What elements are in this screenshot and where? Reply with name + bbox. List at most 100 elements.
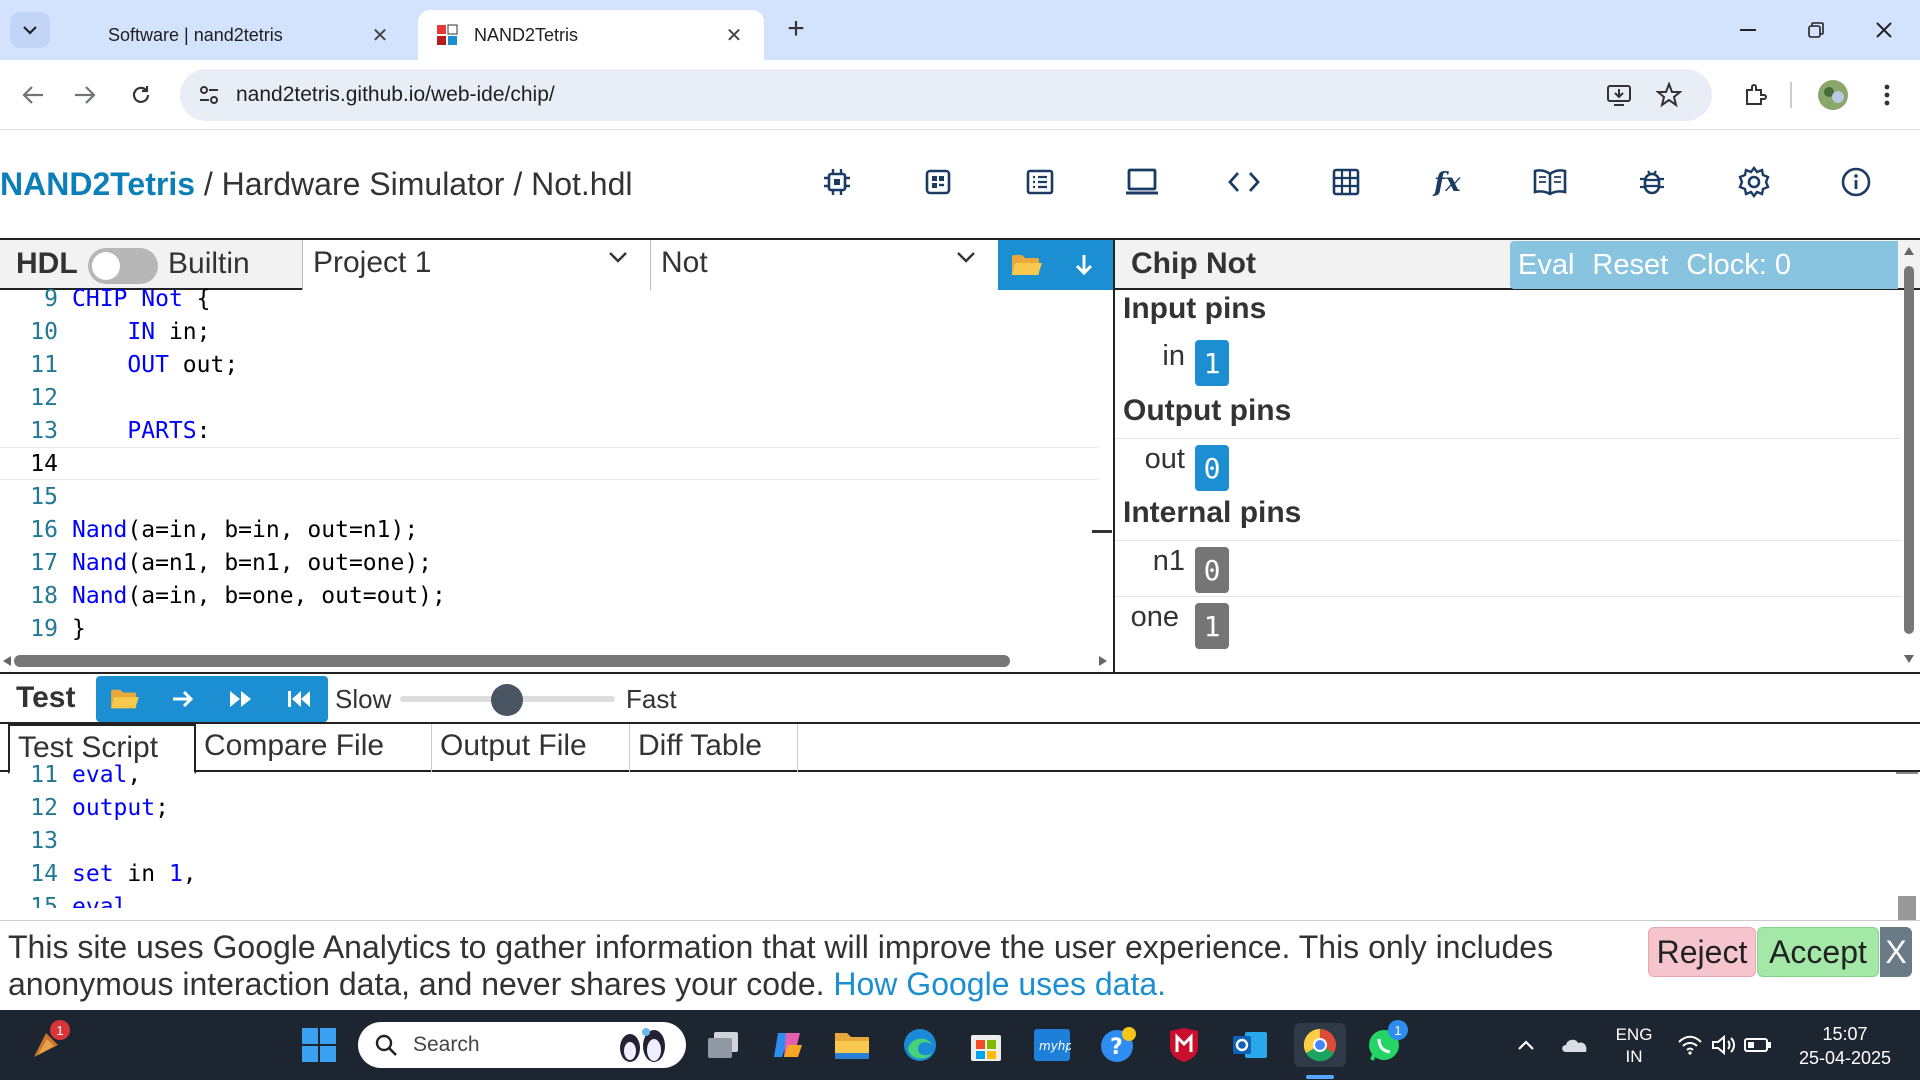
scrollbar-thumb[interactable] [14,655,1010,667]
code-line[interactable]: 14 [0,447,1098,480]
reject-button[interactable]: Reject [1648,927,1756,977]
chevron-down-icon [23,26,37,35]
close-banner-button[interactable]: X [1880,927,1912,977]
accept-button[interactable]: Accept [1757,927,1879,977]
reset-button[interactable]: Reset [1592,249,1668,282]
help-icon[interactable]: ? [1096,1023,1140,1067]
hdl-editor[interactable]: 9 CHIP Not {10 IN in; 11 OUT out; 12 13 PART… [0,282,1098,640]
site-settings-icon[interactable] [198,84,220,106]
code-line[interactable]: 9 CHIP Not { [0,282,1098,315]
compiler-icon[interactable] [1222,160,1266,204]
scrollbar-thumb[interactable] [1898,896,1916,922]
browser-tab-software[interactable]: Software | nand2tetris ✕ [70,10,410,60]
address-bar[interactable]: nand2tetris.github.io/web-ide/chip/ [180,69,1712,121]
assembler-icon[interactable] [1018,160,1062,204]
clock[interactable]: 15:07 25-04-2025 [1790,1022,1900,1070]
scroll-right-icon[interactable] [1098,655,1108,667]
edge-icon[interactable] [898,1023,942,1067]
code-line[interactable]: 15 eval, [0,890,1898,909]
builtin-toggle[interactable] [88,248,158,284]
restore-button[interactable] [1788,12,1844,48]
chip-vertical-scrollbar[interactable] [1899,240,1919,672]
bookmark-star-icon[interactable] [1656,82,1682,108]
code-line[interactable]: 14 set in 1, [0,857,1898,890]
new-tab-button[interactable]: + [780,14,812,44]
install-app-icon[interactable] [1606,83,1632,107]
code-line[interactable]: 10 IN in; [0,315,1098,348]
code-line[interactable]: 17 Nand (a=n1, b=n1, out=one); [0,546,1098,579]
browser-tab-nand2tetris[interactable]: NAND2Tetris ✕ [418,10,764,60]
taskbar-search[interactable]: Search [358,1022,686,1068]
mcafee-icon[interactable] [1162,1023,1206,1067]
cpu-icon[interactable] [916,160,960,204]
line-number: 12 [30,384,58,411]
code-line[interactable]: 11 OUT out; [0,348,1098,381]
chip-icon[interactable] [815,160,859,204]
toggle-knob [92,252,120,280]
scrollbar-thumb[interactable] [1904,266,1914,634]
clock-button[interactable]: Clock: 0 [1686,249,1791,282]
chevron-up-icon[interactable] [1504,1023,1548,1067]
speed-slow-label: Slow [335,684,392,714]
outlook-icon[interactable] [1228,1023,1272,1067]
code-line[interactable]: 15 [0,480,1098,513]
onedrive-icon[interactable] [1553,1023,1597,1067]
start-icon[interactable] [297,1023,341,1067]
code-line[interactable]: 13 PARTS: [0,414,1098,447]
task-view-icon[interactable] [702,1023,746,1067]
tab-search-button[interactable] [10,12,50,48]
browser-menu-button[interactable] [1868,76,1906,114]
scroll-down-icon[interactable] [1903,654,1915,664]
close-icon[interactable]: ✕ [368,23,392,48]
settings-icon[interactable] [1732,160,1776,204]
chip-select-value: Not [661,246,708,279]
step-button[interactable] [154,676,212,722]
test-toolbar: Test Slow Fast [0,674,1920,724]
store-icon[interactable] [964,1023,1008,1067]
test-script-editor[interactable]: 11 eval, 12 output; 13 14 set in 1, 15 eval, [0,758,1898,909]
bug-icon[interactable] [1630,160,1674,204]
editor-horizontal-scrollbar[interactable] [0,652,1115,670]
scroll-left-icon[interactable] [2,655,12,667]
language-indicator[interactable]: ENG IN [1612,1024,1656,1068]
hp-icon[interactable]: myhp [1030,1023,1074,1067]
close-window-button[interactable] [1856,12,1912,48]
code-line[interactable]: 19} [0,612,1098,641]
extensions-button[interactable] [1736,76,1774,114]
line-number: 15 [30,483,58,510]
test-vertical-scrollbar[interactable] [1896,772,1918,922]
battery-icon[interactable] [1736,1023,1780,1067]
forward-button[interactable] [66,76,104,114]
eval-button[interactable]: Eval [1518,249,1574,282]
reset-test-button[interactable] [270,676,328,722]
close-icon[interactable]: ✕ [722,23,746,48]
code-line[interactable]: 18 Nand (a=in, b=one, out=out); [0,579,1098,612]
app-header: NAND2Tetris / Hardware Simulator / Not.h… [0,130,1920,240]
file-explorer-icon[interactable] [830,1023,874,1067]
load-test-button[interactable] [96,676,154,722]
code-text: (a=in, b=one, out=out); [127,582,446,609]
guide-icon[interactable] [1528,160,1572,204]
chip-toolbar: Chip Not Eval Reset Clock: 0 [1115,240,1920,290]
bitmap-icon[interactable] [1324,160,1368,204]
input-pin-value[interactable]: 1 [1195,340,1229,386]
scroll-up-icon[interactable] [1903,246,1915,256]
back-button[interactable] [14,76,52,114]
info-icon[interactable] [1834,160,1878,204]
code-line[interactable]: 16 Nand (a=in, b=in, out=n1); [0,513,1098,546]
speed-slider-knob[interactable] [491,684,523,716]
privacy-link[interactable]: How Google uses data. [833,966,1166,1002]
run-button[interactable] [212,676,270,722]
code-line[interactable]: 13 [0,824,1898,857]
chrome-icon[interactable] [1294,1023,1346,1067]
function-icon[interactable]: fx [1426,160,1470,204]
copilot-icon[interactable] [766,1023,810,1067]
code-line[interactable]: 12 [0,381,1098,414]
minimize-button[interactable] [1720,12,1776,48]
code-line[interactable]: 11 eval, [0,758,1898,791]
vm-icon[interactable] [1120,160,1164,204]
reload-button[interactable] [122,76,160,114]
profile-button[interactable] [1814,76,1852,114]
brand-link[interactable]: NAND2Tetris [0,166,195,202]
code-line[interactable]: 12 output; [0,791,1898,824]
